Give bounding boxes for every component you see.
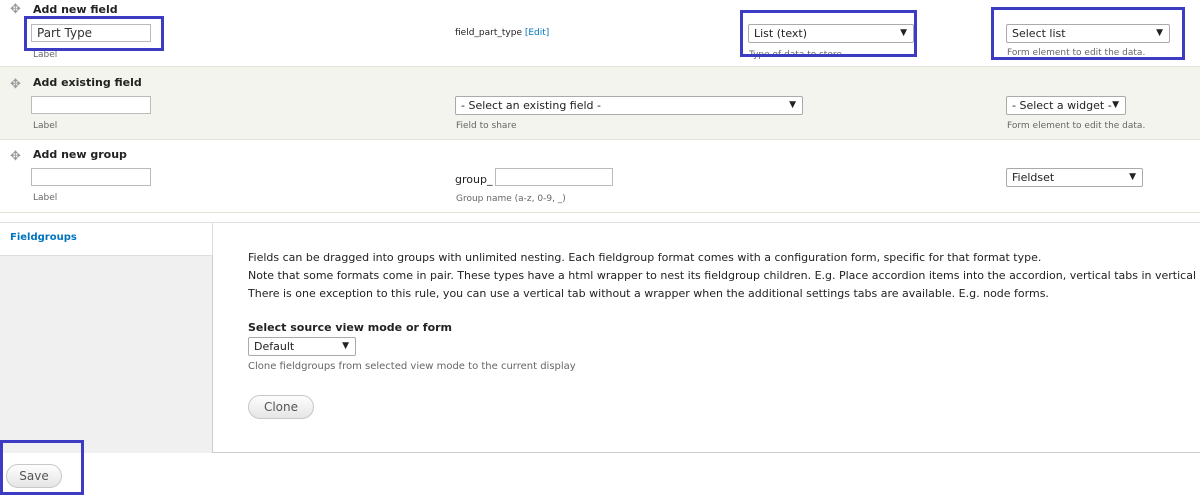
add-new-group-title: Add new group bbox=[33, 148, 127, 161]
source-view-mode-label: Select source view mode or form bbox=[248, 321, 453, 334]
fieldgroups-tab-label[interactable]: Fieldgroups bbox=[10, 232, 77, 243]
source-view-mode-value: Default bbox=[254, 340, 295, 353]
highlight-box bbox=[24, 16, 164, 51]
new-group-label-input[interactable] bbox=[31, 168, 151, 186]
help-paragraph: Note that some formats come in pair. The… bbox=[248, 269, 1197, 282]
source-view-mode-desc: Clone fieldgroups from selected view mod… bbox=[248, 361, 576, 372]
dropdown-arrow-icon: ▼ bbox=[789, 100, 796, 110]
highlight-box bbox=[740, 10, 917, 57]
add-new-group-row: ✥ Add new group Label group_ Group name … bbox=[0, 140, 1200, 213]
existing-field-widget-select[interactable]: - Select a widget - ▼ bbox=[1006, 96, 1126, 115]
group-format-select[interactable]: Fieldset ▼ bbox=[1006, 168, 1143, 187]
existing-field-widget-desc: Form element to edit the data. bbox=[1007, 121, 1146, 131]
dropdown-arrow-icon: ▼ bbox=[1129, 172, 1136, 182]
edit-machine-name-link[interactable]: [Edit] bbox=[525, 28, 549, 38]
help-paragraph: Fields can be dragged into groups with u… bbox=[248, 251, 1042, 264]
new-field-label-desc: Label bbox=[33, 50, 58, 60]
drag-handle-icon[interactable]: ✥ bbox=[10, 149, 21, 164]
clone-button[interactable]: Clone bbox=[248, 395, 314, 419]
group-format-value: Fieldset bbox=[1012, 171, 1055, 184]
group-name-input[interactable] bbox=[495, 168, 613, 186]
add-existing-field-title: Add existing field bbox=[33, 76, 142, 89]
help-paragraph: There is one exception to this rule, you… bbox=[248, 287, 1049, 300]
source-view-mode-select[interactable]: Default ▼ bbox=[248, 337, 356, 356]
add-new-field-title: Add new field bbox=[33, 3, 118, 16]
highlight-box bbox=[991, 7, 1185, 60]
machine-name: field_part_type [Edit] bbox=[455, 28, 550, 38]
existing-field-select[interactable]: - Select an existing field - ▼ bbox=[455, 96, 803, 115]
fieldgroups-tab[interactable]: Fieldgroups bbox=[0, 223, 213, 255]
drag-handle-icon[interactable]: ✥ bbox=[10, 2, 21, 17]
new-group-label-desc: Label bbox=[33, 193, 58, 203]
drag-handle-icon[interactable]: ✥ bbox=[10, 77, 21, 92]
group-name-desc: Group name (a-z, 0-9, _) bbox=[456, 194, 566, 204]
existing-field-desc: Field to share bbox=[456, 121, 517, 131]
existing-field-label-input[interactable] bbox=[31, 96, 151, 114]
vertical-tabs-list bbox=[0, 255, 213, 453]
add-existing-field-row: ✥ Add existing field Label - Select an e… bbox=[0, 67, 1200, 140]
dropdown-arrow-icon: ▼ bbox=[1112, 100, 1119, 110]
fieldgroups-section: Fieldgroups Fields can be dragged into g… bbox=[0, 222, 1200, 453]
existing-field-label-desc: Label bbox=[33, 121, 58, 131]
dropdown-arrow-icon: ▼ bbox=[342, 341, 349, 351]
highlight-box bbox=[0, 440, 84, 495]
existing-field-widget-value: - Select a widget - bbox=[1012, 99, 1112, 112]
fieldgroups-help: Fields can be dragged into groups with u… bbox=[248, 249, 1200, 303]
existing-field-select-value: - Select an existing field - bbox=[461, 99, 601, 112]
group-name-prefix: group_ bbox=[455, 173, 493, 186]
